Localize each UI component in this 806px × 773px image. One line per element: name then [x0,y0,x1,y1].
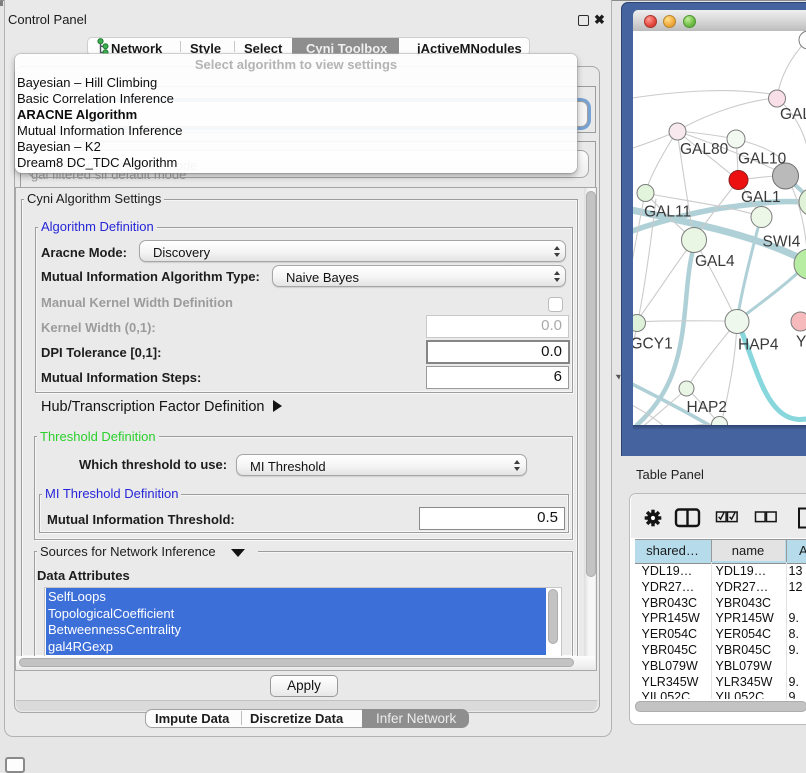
svg-text:GCY1: GCY1 [633,336,673,353]
svg-text:Y: Y [796,334,806,351]
svg-text:SWI4: SWI4 [763,234,801,251]
svg-text:GAL80: GAL80 [680,141,729,158]
svg-text:GAL4: GAL4 [695,253,735,270]
svg-text:HAP4: HAP4 [738,337,779,354]
svg-text:HAP2: HAP2 [687,399,728,416]
svg-text:GAL11: GAL11 [644,204,691,221]
svg-text:GAL1: GAL1 [741,189,781,206]
svg-text:GAL7: GAL7 [780,106,806,123]
svg-text:GAL10: GAL10 [738,151,787,168]
